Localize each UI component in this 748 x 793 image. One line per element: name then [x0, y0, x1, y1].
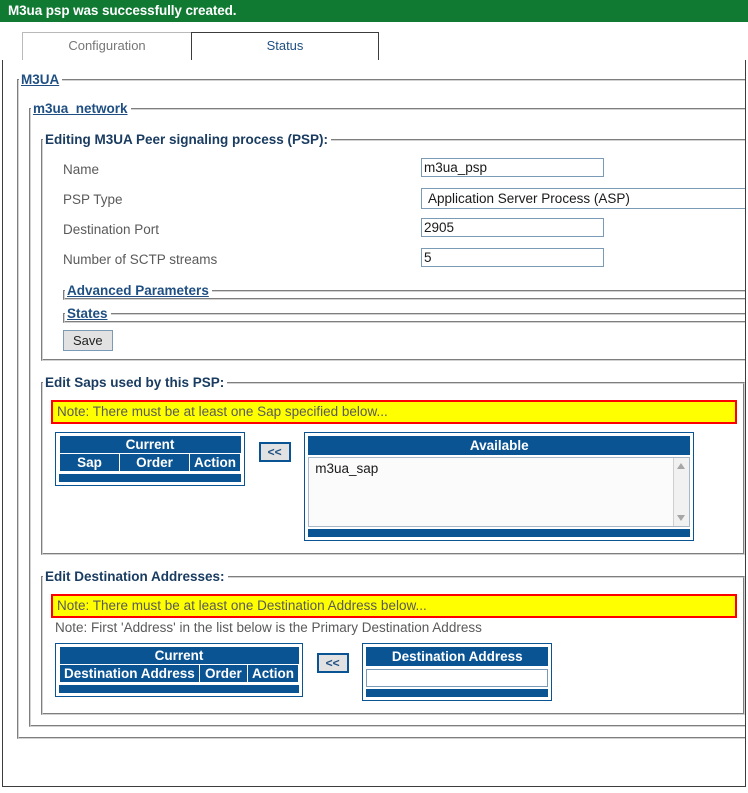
saps-current-caption: Current [59, 436, 241, 454]
label-name: Name [63, 162, 100, 177]
fieldset-edit-saps: Edit Saps used by this PSP: Note: There … [41, 375, 745, 555]
destination-port-input[interactable] [421, 218, 604, 237]
fieldset-editing-psp-legend: Editing M3UA Peer signaling process (PSP… [43, 132, 331, 147]
fieldset-edit-saps-legend: Edit Saps used by this PSP: [43, 375, 227, 390]
tab-configuration[interactable]: Configuration [22, 32, 192, 60]
destination-address-panel: Destination Address [362, 643, 553, 701]
destinations-current-caption-row: Current [59, 647, 299, 665]
destinations-primary-note: Note: First 'Address' in the list below … [55, 620, 482, 635]
tab-status-label: Status [266, 38, 304, 53]
m3ua-link[interactable]: M3UA [21, 72, 59, 87]
form-row-destination-port: Destination Port [43, 217, 745, 247]
label-destination-port: Destination Port [63, 222, 160, 237]
destination-address-footer-bar [366, 689, 549, 697]
destinations-current-header-row: Destination Address Order Action [59, 664, 299, 683]
destinations-current-caption: Current [59, 647, 299, 665]
form-row-sctp-streams: Number of SCTP streams [43, 247, 745, 277]
states-link[interactable]: States [67, 306, 108, 321]
list-item[interactable]: m3ua_sap [309, 458, 689, 476]
destinations-transfer-row: Current Destination Address Order Action… [43, 643, 743, 701]
edit-saps-title: Edit Saps used by this PSP: [45, 375, 225, 390]
fieldset-m3ua-network-legend: m3ua_network [31, 101, 131, 116]
configuration-panel: M3UA m3ua_network Editing M3UA Peer sign… [2, 60, 746, 787]
tab-strip: Configuration Status [0, 32, 748, 60]
destinations-move-left-button[interactable]: << [316, 653, 349, 673]
saps-transfer-row: Current Sap Order Action << Available m3… [43, 432, 743, 541]
destinations-warning-note: Note: There must be at least one Destina… [51, 594, 737, 618]
sctp-streams-input[interactable] [421, 248, 604, 267]
tab-configuration-label: Configuration [68, 38, 146, 53]
fieldset-advanced-parameters-legend: Advanced Parameters [65, 283, 212, 298]
saps-available-footer-bar [308, 529, 691, 537]
destinations-current-table: Current Destination Address Order Action [59, 647, 299, 683]
editing-psp-title: Editing M3UA Peer signaling process (PSP… [45, 132, 329, 147]
fieldset-edit-destination-addresses: Edit Destination Addresses: Note: There … [41, 569, 745, 715]
fieldset-m3ua: M3UA m3ua_network Editing M3UA Peer sign… [17, 72, 745, 739]
m3ua-network-link[interactable]: m3ua_network [33, 101, 128, 116]
destinations-current-panel: Current Destination Address Order Action [55, 643, 303, 697]
saps-current-caption-row: Current [59, 436, 241, 454]
success-banner: M3ua psp was successfully created. [0, 0, 748, 22]
tab-status[interactable]: Status [191, 32, 379, 60]
fieldset-states-legend: States [65, 306, 111, 321]
destination-address-caption: Destination Address [366, 647, 549, 666]
fieldset-editing-psp: Editing M3UA Peer signaling process (PSP… [41, 132, 745, 361]
saps-current-table: Current Sap Order Action [59, 436, 241, 472]
destinations-header-address: Destination Address [59, 664, 200, 683]
name-input[interactable] [421, 158, 604, 177]
fieldset-m3ua-legend: M3UA [19, 72, 62, 87]
advanced-parameters-link[interactable]: Advanced Parameters [67, 283, 209, 298]
saps-available-panel: Available m3ua_sap [304, 432, 695, 541]
saps-current-header-row: Sap Order Action [59, 453, 241, 472]
destinations-current-footer-bar [59, 685, 299, 693]
label-psp-type: PSP Type [63, 192, 123, 207]
scroll-up-icon[interactable] [677, 463, 686, 469]
saps-move-left-button[interactable]: << [258, 442, 291, 462]
saps-current-panel: Current Sap Order Action [55, 432, 245, 486]
saps-header-sap: Sap [59, 453, 120, 472]
save-button[interactable]: Save [63, 330, 113, 351]
success-banner-text: M3ua psp was successfully created. [8, 3, 237, 18]
fieldset-states: States [63, 306, 745, 323]
fieldset-edit-destination-addresses-legend: Edit Destination Addresses: [43, 569, 228, 584]
label-sctp-streams: Number of SCTP streams [63, 252, 218, 267]
saps-warning-note: Note: There must be at least one Sap spe… [51, 400, 737, 424]
fieldset-m3ua-network: m3ua_network Editing M3UA Peer signaling… [29, 101, 745, 727]
saps-available-caption: Available [308, 436, 691, 455]
saps-current-footer-bar [59, 474, 241, 482]
fieldset-advanced-parameters: Advanced Parameters [63, 283, 745, 300]
psp-type-select[interactable]: Application Server Process (ASP) [421, 188, 745, 209]
form-row-psp-type: PSP Type Application Server Process (ASP… [43, 187, 745, 217]
scroll-down-icon[interactable] [677, 515, 686, 521]
saps-header-order: Order [118, 453, 191, 472]
saps-header-action: Action [189, 453, 241, 472]
destinations-header-order: Order [198, 664, 249, 683]
destination-address-input[interactable] [366, 669, 549, 687]
saps-listbox-scrollbar[interactable] [673, 458, 690, 526]
edit-destination-addresses-title: Edit Destination Addresses: [45, 569, 225, 584]
destinations-header-action: Action [247, 664, 299, 683]
saps-available-listbox[interactable]: m3ua_sap [308, 457, 691, 527]
form-row-name: Name [43, 157, 745, 187]
